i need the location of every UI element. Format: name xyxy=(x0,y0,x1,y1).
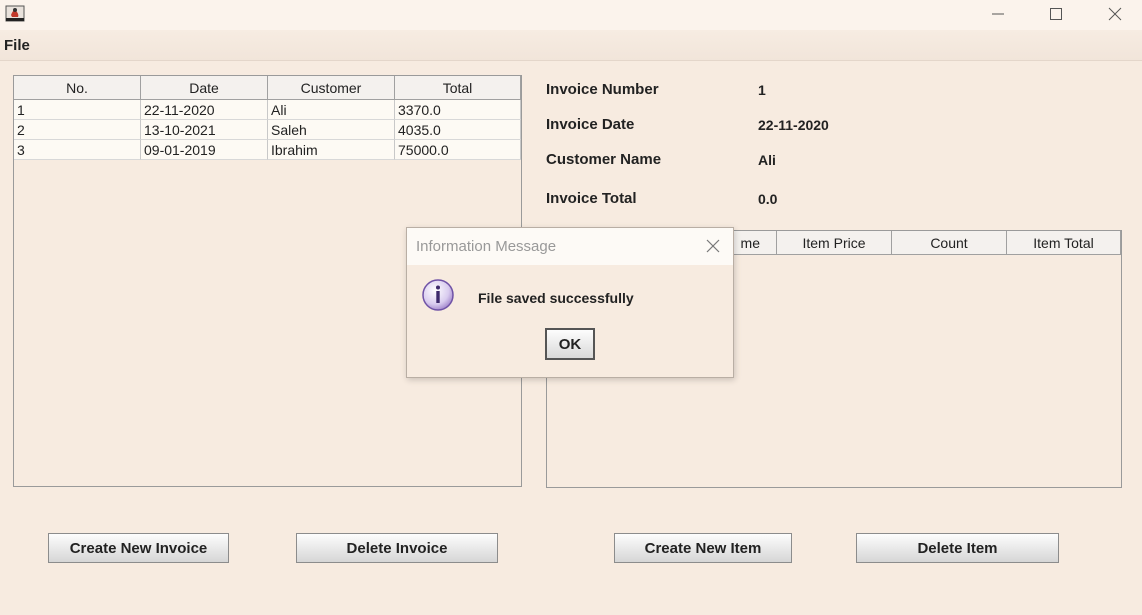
close-window-button[interactable] xyxy=(1093,2,1137,26)
dialog-title: Information Message xyxy=(416,238,557,255)
delete-invoice-button[interactable]: Delete Invoice xyxy=(296,533,498,563)
invoice-date-label: Invoice Date xyxy=(546,116,635,133)
cell-customer: Ali xyxy=(268,100,395,120)
maximize-icon xyxy=(1050,8,1062,20)
cell-no: 1 xyxy=(14,100,141,120)
maximize-button[interactable] xyxy=(1034,2,1078,26)
column-header-customer[interactable]: Customer xyxy=(268,76,395,100)
column-header-no[interactable]: No. xyxy=(14,76,141,100)
title-bar xyxy=(0,0,1142,30)
cell-total: 75000.0 xyxy=(395,140,521,160)
create-new-item-button[interactable]: Create New Item xyxy=(614,533,792,563)
table-row[interactable]: 1 22-11-2020 Ali 3370.0 xyxy=(14,100,521,120)
cell-date: 22-11-2020 xyxy=(141,100,268,120)
minimize-icon xyxy=(992,13,1004,15)
table-row[interactable]: 3 09-01-2019 Ibrahim 75000.0 xyxy=(14,140,521,160)
invoice-number-value: 1 xyxy=(758,82,766,98)
invoice-total-value: 0.0 xyxy=(758,191,778,207)
info-icon xyxy=(422,279,454,311)
invoice-total-label: Invoice Total xyxy=(546,190,637,207)
dialog-close-icon[interactable] xyxy=(705,238,721,254)
cell-total: 3370.0 xyxy=(395,100,521,120)
column-header-item-price[interactable]: Item Price xyxy=(777,231,892,255)
java-app-icon xyxy=(5,5,25,22)
cell-date: 09-01-2019 xyxy=(141,140,268,160)
invoices-table-header: No. Date Customer Total xyxy=(14,76,521,100)
customer-name-label: Customer Name xyxy=(546,151,662,168)
column-header-total[interactable]: Total xyxy=(395,76,521,100)
delete-item-button[interactable]: Delete Item xyxy=(856,533,1059,563)
customer-name-value: Ali xyxy=(758,152,776,168)
table-row[interactable]: 2 13-10-2021 Saleh 4035.0 xyxy=(14,120,521,140)
invoice-date-value: 22-11-2020 xyxy=(758,117,829,133)
dialog-message: File saved successfully xyxy=(478,290,634,306)
column-header-count[interactable]: Count xyxy=(892,231,1007,255)
cell-no: 2 xyxy=(14,120,141,140)
cell-date: 13-10-2021 xyxy=(141,120,268,140)
cell-no: 3 xyxy=(14,140,141,160)
column-header-date[interactable]: Date xyxy=(141,76,268,100)
information-dialog: Information Message File saved successfu… xyxy=(406,227,734,378)
column-header-item-total[interactable]: Item Total xyxy=(1007,231,1121,255)
cell-total: 4035.0 xyxy=(395,120,521,140)
close-icon xyxy=(1108,7,1122,21)
minimize-button[interactable] xyxy=(976,2,1020,26)
create-new-invoice-button[interactable]: Create New Invoice xyxy=(48,533,229,563)
cell-customer: Ibrahim xyxy=(268,140,395,160)
ok-button[interactable]: OK xyxy=(545,328,595,360)
invoice-number-label: Invoice Number xyxy=(546,81,659,98)
menu-file[interactable]: File xyxy=(4,37,30,54)
menu-bar: File xyxy=(0,30,1142,61)
dialog-title-bar: Information Message xyxy=(407,228,733,265)
cell-customer: Saleh xyxy=(268,120,395,140)
